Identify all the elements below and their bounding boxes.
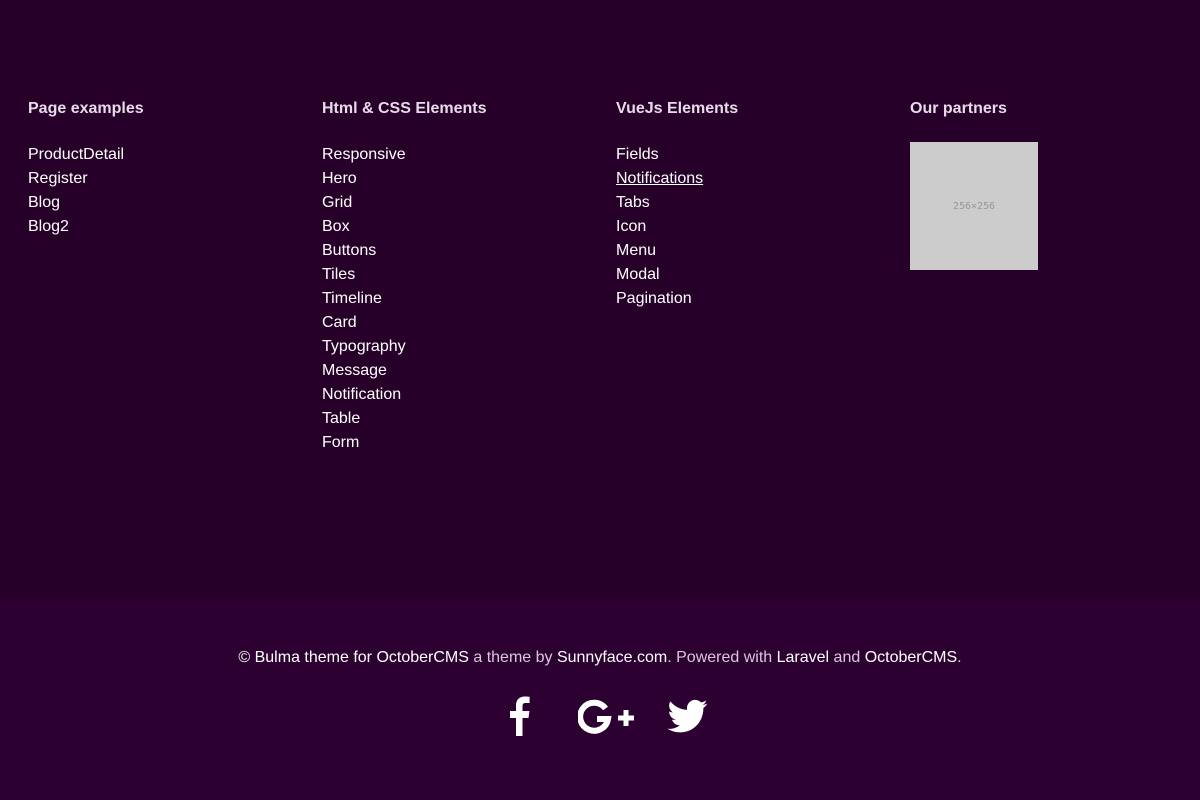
partner-logo-placeholder[interactable]: 256×256 (910, 142, 1038, 270)
link-box[interactable]: Box (322, 218, 350, 235)
list-item: Pagination (616, 287, 876, 311)
link-notifications[interactable]: Notifications (616, 170, 703, 187)
credits-line: © Bulma theme for OctoberCMS a theme by … (0, 648, 1200, 668)
link-icon[interactable]: Icon (616, 218, 646, 235)
credits-and-text: and (829, 649, 865, 666)
column-title: VueJs Elements (616, 100, 739, 117)
twitter-link[interactable] (668, 696, 708, 740)
list-item: Notifications (616, 167, 876, 191)
facebook-link[interactable] (505, 696, 535, 740)
column-our-partners: Our partners 256×256 (910, 99, 1170, 270)
list-item: Timeline (322, 287, 582, 311)
link-buttons[interactable]: Buttons (322, 242, 376, 259)
credits-suffix: . (957, 649, 962, 666)
column-title: Html & CSS Elements (322, 100, 487, 117)
list-item: Blog2 (28, 215, 288, 239)
credits-theme-link[interactable]: © Bulma theme for OctoberCMS (238, 649, 469, 666)
google-plus-icon (578, 699, 634, 734)
list-item: Register (28, 167, 288, 191)
list-item: Fields (616, 143, 876, 167)
footer-top: Page examples ProductDetail Register Blo… (0, 0, 1200, 598)
link-menu[interactable]: Menu (616, 242, 656, 259)
credits-author-link[interactable]: Sunnyface.com (557, 649, 667, 666)
link-notification[interactable]: Notification (322, 386, 401, 403)
list-item: Tiles (322, 263, 582, 287)
list-item: Grid (322, 191, 582, 215)
column-vuejs-elements: VueJs Elements Fields Notifications Tabs… (616, 99, 876, 311)
list-item: Icon (616, 215, 876, 239)
twitter-icon (668, 699, 708, 733)
link-product-detail[interactable]: ProductDetail (28, 146, 124, 163)
link-list: Fields Notifications Tabs Icon Menu Moda… (616, 143, 876, 311)
list-item: Typography (322, 335, 582, 359)
list-item: Card (322, 311, 582, 335)
link-list: ProductDetail Register Blog Blog2 (28, 143, 288, 239)
facebook-icon (510, 696, 530, 736)
column-title: Our partners (910, 100, 1007, 117)
google-plus-link[interactable] (578, 696, 636, 740)
link-form[interactable]: Form (322, 434, 359, 451)
partner-image-text: 256×256 (952, 200, 996, 212)
list-item: Modal (616, 263, 876, 287)
credits-by-text: a theme by (468, 649, 557, 666)
link-blog2[interactable]: Blog2 (28, 218, 69, 235)
list-item: Buttons (322, 239, 582, 263)
list-item: Blog (28, 191, 288, 215)
credits-powered-text: . Powered with (667, 649, 777, 666)
link-modal[interactable]: Modal (616, 266, 660, 283)
list-item: Notification (322, 383, 582, 407)
link-timeline[interactable]: Timeline (322, 290, 382, 307)
list-item: Message (322, 359, 582, 383)
link-pagination[interactable]: Pagination (616, 290, 692, 307)
link-grid[interactable]: Grid (322, 194, 352, 211)
link-card[interactable]: Card (322, 314, 357, 331)
link-fields[interactable]: Fields (616, 146, 659, 163)
link-typography[interactable]: Typography (322, 338, 406, 355)
list-item: ProductDetail (28, 143, 288, 167)
link-list: Responsive Hero Grid Box Buttons Tiles T… (322, 143, 582, 455)
list-item: Responsive (322, 143, 582, 167)
social-links (0, 696, 1200, 740)
credits-laravel-link[interactable]: Laravel (777, 649, 829, 666)
list-item: Table (322, 407, 582, 431)
list-item: Menu (616, 239, 876, 263)
list-item: Form (322, 431, 582, 455)
link-tiles[interactable]: Tiles (322, 266, 355, 283)
link-blog[interactable]: Blog (28, 194, 60, 211)
column-html-css-elements: Html & CSS Elements Responsive Hero Grid… (322, 99, 582, 455)
link-responsive[interactable]: Responsive (322, 146, 406, 163)
column-title: Page examples (28, 100, 144, 117)
link-message[interactable]: Message (322, 362, 387, 379)
link-register[interactable]: Register (28, 170, 88, 187)
list-item: Hero (322, 167, 582, 191)
footer-bottom: © Bulma theme for OctoberCMS a theme by … (0, 598, 1200, 800)
credits-octobercms-link[interactable]: OctoberCMS (865, 649, 957, 666)
list-item: Tabs (616, 191, 876, 215)
list-item: Box (322, 215, 582, 239)
link-hero[interactable]: Hero (322, 170, 357, 187)
link-tabs[interactable]: Tabs (616, 194, 650, 211)
column-page-examples: Page examples ProductDetail Register Blo… (28, 99, 288, 239)
link-table[interactable]: Table (322, 410, 360, 427)
